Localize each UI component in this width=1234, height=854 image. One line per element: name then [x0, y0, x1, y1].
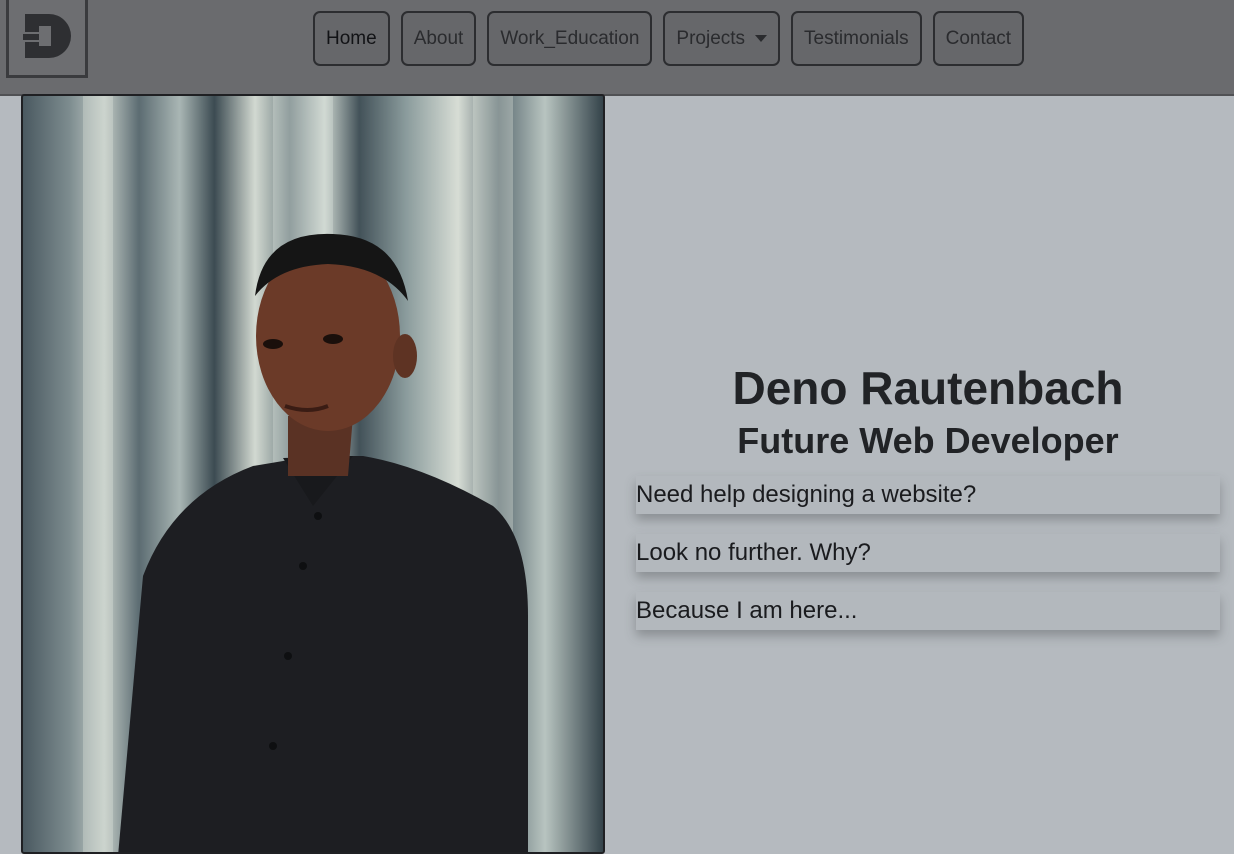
- nav-contact-button[interactable]: Contact: [932, 11, 1025, 66]
- site-logo[interactable]: [6, 0, 88, 78]
- nav-home-label: Home: [326, 28, 377, 49]
- portrait-illustration: [83, 96, 528, 852]
- caret-down-icon: [755, 35, 768, 42]
- navbar: Home About Work_Education Projects Testi…: [0, 0, 1234, 96]
- tagline-line-2: Look no further. Why?: [636, 534, 1220, 572]
- tagline-line-1: Need help designing a website?: [636, 476, 1220, 514]
- nav-about-label: About: [413, 28, 464, 49]
- nav-contact-label: Contact: [945, 28, 1012, 49]
- nav-testimonials-button[interactable]: Testimonials: [791, 11, 922, 66]
- hero-name: Deno Rautenbach: [732, 362, 1124, 414]
- nav-about-button[interactable]: About: [400, 11, 477, 66]
- nav-work-education-button[interactable]: Work_Education: [487, 11, 653, 66]
- nav-work-education-label: Work_Education: [500, 28, 640, 49]
- hero-role: Future Web Developer: [737, 420, 1119, 461]
- main-nav: Home About Work_Education Projects Testi…: [313, 11, 1035, 66]
- nav-testimonials-label: Testimonials: [804, 28, 909, 49]
- profile-photo: [21, 94, 605, 854]
- hero-section: Deno Rautenbach Future Web Developer Nee…: [636, 360, 1220, 650]
- tagline-line-3: Because I am here...: [636, 592, 1220, 630]
- nav-home-button[interactable]: Home: [313, 11, 390, 66]
- nav-projects-label: Projects: [676, 28, 746, 49]
- logo-d-icon: [19, 14, 71, 58]
- nav-projects-dropdown[interactable]: Projects: [663, 11, 781, 66]
